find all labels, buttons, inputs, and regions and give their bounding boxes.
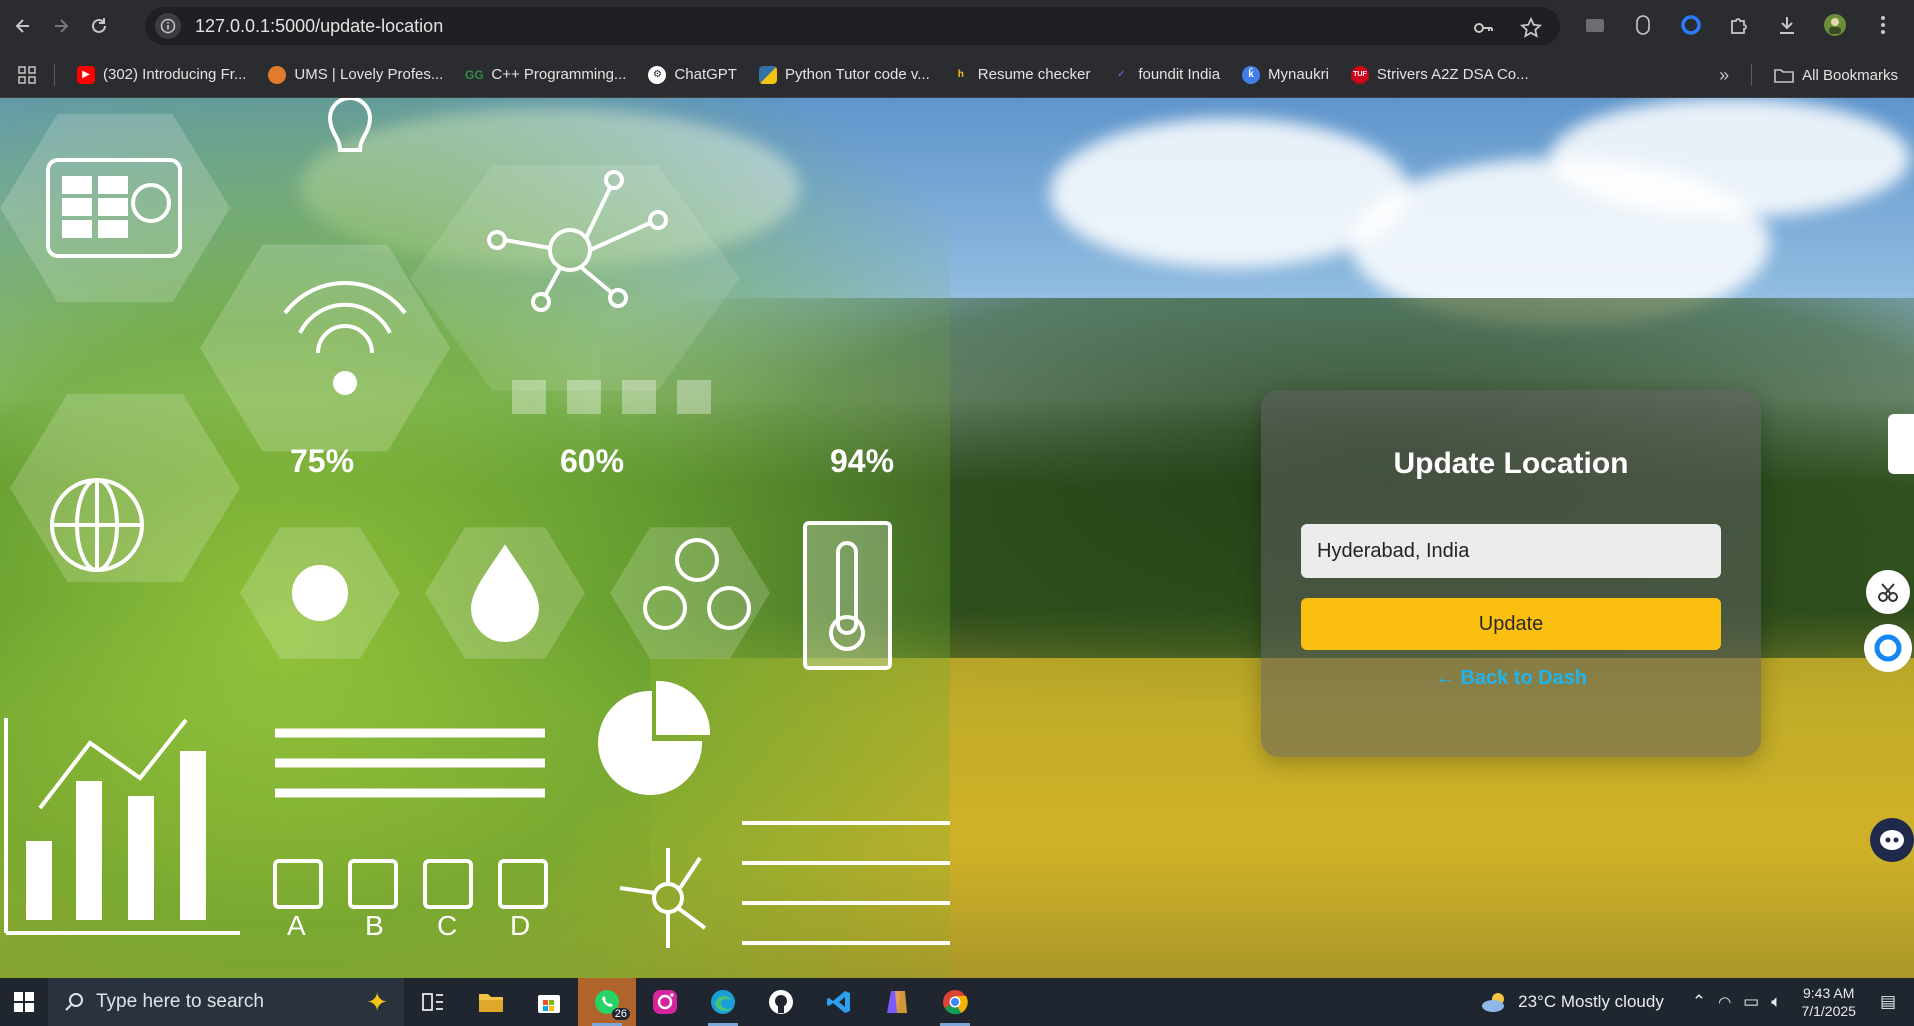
bookmark-resume-checker[interactable]: h Resume checker [952,66,1091,84]
weather-text[interactable]: 23°C Mostly cloudy [1518,992,1664,1012]
bookmarks-divider [54,63,55,86]
browser-menu-icon[interactable] [1870,12,1896,38]
letter-label: B [365,910,384,941]
chrome-icon[interactable] [926,978,984,1026]
bookmark-label: (302) Introducing Fr... [103,66,247,83]
volume-icon[interactable]: 🔈︎ [1771,992,1781,1012]
github-icon[interactable] [752,978,810,1026]
clock-time: 9:43 AM [1803,985,1855,1001]
reload-icon[interactable] [84,11,114,41]
location-input[interactable] [1301,524,1721,578]
bookmark-ums[interactable]: UMS | Lovely Profes... [268,65,444,84]
gfg-icon: GG [465,67,484,82]
bookmark-label: Python Tutor code v... [784,66,930,83]
bookmark-gfg[interactable]: GG C++ Programming... [465,66,626,84]
bookmark-label: Strivers A2Z DSA Co... [1376,66,1529,83]
windows-start-icon[interactable] [0,978,48,1026]
more-bookmarks-icon[interactable]: » [1719,65,1729,86]
bookmark-label: Resume checker [977,66,1091,83]
letter-label: C [437,910,458,941]
python-icon [758,65,777,84]
letter-label: A [287,910,306,941]
copilot-sparkle-icon[interactable]: ✦ [366,987,388,1018]
browser-toolbar: 127.0.0.1:5000/update-location [0,0,1914,52]
bookmark-python-tutor[interactable]: Python Tutor code v... [758,65,930,84]
bookmark-mynaukri[interactable]: ǩ Mynaukri [1242,65,1329,84]
scissors-icon[interactable] [1866,570,1910,614]
folder-icon [1774,69,1794,83]
microsoft-store-icon[interactable] [520,978,578,1026]
card-title: Update Location [1393,447,1629,480]
chevron-up-icon[interactable]: ⌃ [1692,992,1706,1012]
cloud-weather-icon [1482,993,1505,1012]
bookmark-label: UMS | Lovely Profes... [294,66,444,83]
tuf-icon: TUF [1350,65,1369,84]
resume-icon: h [957,69,964,80]
naukri-icon: ǩ [1242,65,1261,84]
notification-icon[interactable]: ▤ [1880,992,1896,1012]
back-icon[interactable] [8,11,38,41]
stat-percent: 75% [290,443,355,479]
extensions-puzzle-icon[interactable] [1726,12,1752,38]
all-bookmarks-label: All Bookmarks [1802,66,1898,84]
file-explorer-icon[interactable] [462,978,520,1026]
extension-mouse-icon[interactable] [1630,12,1656,38]
battery-icon[interactable]: ▭ [1743,992,1759,1012]
chat-assistant-icon[interactable] [1864,624,1912,672]
bookmark-youtube[interactable]: ▶ (302) Introducing Fr... [77,65,247,84]
forward-icon[interactable] [46,11,76,41]
infographic-icons [4,98,950,948]
apps-grid-icon[interactable] [14,62,40,88]
password-key-icon[interactable] [1470,15,1496,41]
url-text[interactable]: 127.0.0.1:5000/update-location [195,16,443,37]
edge-icon[interactable] [694,978,752,1026]
bookmark-strivers[interactable]: TUF Strivers A2Z DSA Co... [1350,65,1529,84]
bookmark-label: foundit India [1138,66,1221,83]
search-placeholder: Type here to search [96,991,264,1012]
back-to-dash-link[interactable]: ← Back to Dash [1261,667,1761,690]
all-bookmarks-button[interactable]: All Bookmarks [1774,67,1898,84]
stat-percent: 60% [560,443,625,479]
vscode-icon[interactable] [810,978,868,1026]
profile-avatar-icon[interactable] [1822,12,1848,38]
windows-taskbar: Type here to search ✦ 26 23°C Mostly clo… [0,978,1914,1026]
address-bar[interactable]: 127.0.0.1:5000/update-location [145,7,1560,45]
copilot-app-icon[interactable] [868,978,926,1026]
update-location-card: Update Location Update ← Back to Dash [1261,390,1761,757]
cloud-shape [1550,98,1910,218]
extension-tab-icon[interactable] [1582,12,1608,38]
youtube-icon: ▶ [77,65,95,84]
bookmark-chatgpt[interactable]: ⚙ ChatGPT [648,65,737,84]
bookmark-star-icon[interactable] [1518,15,1544,41]
download-icon[interactable] [1774,12,1800,38]
instagram-icon[interactable] [636,978,694,1026]
update-button[interactable]: Update [1301,598,1721,650]
system-tray: 23°C Mostly cloudy ⌃ ◠ ▭ 🔈︎ 9:43 AM 7/1/… [1480,978,1914,1026]
whatsapp-icon[interactable]: 26 [578,978,636,1026]
bookmark-label: ChatGPT [674,66,737,83]
task-view-icon[interactable] [404,978,462,1026]
search-icon [65,993,83,1011]
bookmark-label: C++ Programming... [491,66,627,83]
whatsapp-badge: 26 [611,1008,630,1020]
site-info-icon[interactable] [155,13,181,39]
wifi-icon[interactable]: ◠ [1718,993,1731,1011]
bookmarks-bar: ▶ (302) Introducing Fr... UMS | Lovely P… [0,52,1914,98]
bookmark-label: Mynaukri [1268,66,1329,83]
letter-label: D [510,910,531,941]
ums-icon [268,65,287,84]
extension-ring-icon[interactable] [1678,12,1704,38]
chatgpt-icon: ⚙ [648,65,667,84]
clock-date: 7/1/2025 [1801,1003,1856,1019]
page-viewport: 75% 60% 94% A B C D Update Location Upda… [0,98,1914,978]
side-panel-tab[interactable] [1888,414,1914,474]
taskbar-search[interactable]: Type here to search ✦ [48,978,404,1026]
stat-percent: 94% [830,443,895,479]
recorder-face-icon[interactable] [1870,818,1914,862]
foundit-icon: ✓ [1117,69,1126,80]
bookmark-foundit[interactable]: ✓ foundit India [1112,66,1220,84]
bookmarks-divider [1751,64,1753,86]
clock[interactable]: 9:43 AM 7/1/2025 [1801,984,1856,1020]
